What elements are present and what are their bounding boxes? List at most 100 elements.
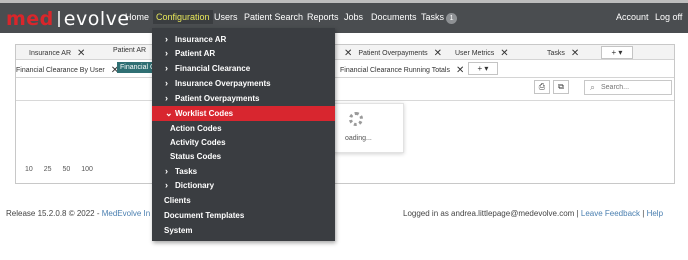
menu-label: Tasks — [175, 167, 198, 176]
chevron-right-icon: › — [165, 63, 168, 73]
logo-separator — [57, 11, 60, 27]
nav-tasks[interactable]: Tasks 1 — [421, 12, 458, 24]
tasks-count-badge: 1 — [446, 13, 458, 24]
nav-logoff[interactable]: Log off — [655, 12, 682, 22]
footer-user-info: Logged in as andrea.littlepage@medevolve… — [403, 209, 663, 218]
logo[interactable]: med evolve — [6, 8, 130, 30]
menu-label: Status Codes — [170, 152, 222, 161]
page-size-100[interactable]: 100 — [81, 166, 93, 173]
menu-label: Patient Overpayments — [175, 94, 260, 103]
page-size-10[interactable]: 10 — [25, 166, 33, 173]
nav-users[interactable]: Users — [214, 12, 238, 22]
nav-jobs[interactable]: Jobs — [344, 12, 363, 22]
columns-icon[interactable]: ⧉ — [553, 80, 569, 94]
menu-financial-clearance[interactable]: › Financial Clearance — [152, 61, 335, 76]
help-link[interactable]: Help — [647, 209, 663, 218]
nav-documents[interactable]: Documents — [371, 12, 417, 22]
menu-activity-codes[interactable]: Activity Codes — [152, 135, 335, 150]
nav-home[interactable]: Home — [125, 12, 149, 22]
tab-tasks[interactable]: Tasks ✕ — [547, 47, 579, 59]
menu-label: Action Codes — [170, 124, 222, 133]
tab-patient-overpayments[interactable]: ✕ Patient Overpayments ✕ — [344, 47, 442, 59]
menu-insurance-overpayments[interactable]: › Insurance Overpayments — [152, 76, 335, 91]
menu-worklist-codes[interactable]: ⌄ Worklist Codes — [152, 106, 335, 121]
close-icon[interactable]: ✕ — [500, 48, 508, 59]
menu-label: Dictionary — [175, 181, 215, 190]
tab-user-metrics[interactable]: User Metrics ✕ — [455, 47, 509, 59]
close-icon[interactable]: ✕ — [456, 65, 464, 76]
menu-action-codes[interactable]: Action Codes — [152, 121, 335, 136]
release-text: Release 15.2.0.8 © 2022 - — [6, 209, 102, 218]
menu-clients[interactable]: Clients — [152, 193, 335, 208]
tab-label: Patient Overpayments — [358, 50, 428, 57]
spinner-icon — [349, 112, 363, 126]
chevron-right-icon: › — [165, 93, 168, 103]
close-icon[interactable]: ✕ — [571, 48, 579, 59]
nav-tasks-label: Tasks — [421, 12, 445, 22]
company-link[interactable]: MedEvolve In — [102, 209, 150, 218]
loading-text: oading... — [345, 135, 372, 142]
close-icon[interactable]: ✕ — [344, 48, 352, 59]
menu-dictionary[interactable]: › Dictionary — [152, 178, 335, 193]
search-icon: ⌕ — [590, 82, 596, 92]
export-icon[interactable]: ⎙ — [534, 80, 550, 94]
tab-insurance-ar[interactable]: Insurance AR ✕ — [29, 47, 85, 59]
chevron-right-icon: › — [165, 48, 168, 58]
tab-row-1: Insurance AR ✕ Patient AR ✕ Patient Overpa… — [16, 45, 674, 60]
leave-feedback-link[interactable]: Leave Feedback — [581, 209, 640, 218]
menu-patient-overpayments[interactable]: › Patient Overpayments — [152, 91, 335, 106]
chevron-right-icon: › — [165, 180, 168, 190]
close-icon[interactable]: ✕ — [77, 48, 85, 59]
logo-med: med — [6, 8, 54, 30]
search-input[interactable] — [601, 82, 669, 93]
menu-label: Financial Clearance — [175, 64, 251, 73]
menu-label: Insurance Overpayments — [175, 79, 271, 88]
main-panel: Insurance AR ✕ Patient AR ✕ Patient Overpa… — [15, 44, 675, 184]
logged-in-text: Logged in as andrea.littlepage@medevolve… — [403, 209, 581, 218]
add-tab-button-2[interactable]: + ▾ — [468, 62, 498, 75]
page-size-50[interactable]: 50 — [63, 166, 71, 173]
chevron-down-icon: ⌄ — [165, 108, 173, 118]
footer-release: Release 15.2.0.8 © 2022 - MedEvolve In — [6, 209, 150, 218]
loading-overlay: oading... — [334, 103, 404, 153]
page-size-25[interactable]: 25 — [44, 166, 52, 173]
nav-account[interactable]: Account — [616, 12, 649, 22]
add-tab-button[interactable]: + ▾ — [601, 46, 633, 59]
chevron-right-icon: › — [165, 78, 168, 88]
tab-label: Insurance AR — [29, 50, 72, 57]
page-size-selector: 10 25 50 100 — [25, 166, 102, 173]
tab-label: Patient AR — [113, 47, 147, 54]
close-icon[interactable]: ✕ — [434, 48, 442, 59]
menu-label: Clients — [164, 196, 191, 205]
nav-patient-search[interactable]: Patient Search — [244, 12, 303, 22]
nav-reports[interactable]: Reports — [307, 12, 339, 22]
menu-label: System — [164, 226, 193, 235]
tab-row-2: Financial Clearance By User ✕ Financial C… — [16, 60, 674, 78]
nav-configuration[interactable]: Configuration — [153, 10, 213, 24]
menu-label: Worklist Codes — [175, 109, 234, 118]
tab-label: Tasks — [547, 50, 565, 57]
tab-label: Financial Clearance Running Totals — [340, 67, 450, 74]
tab-financial-clearance-by-user[interactable]: Financial Clearance By User ✕ — [16, 64, 119, 76]
menu-label: Document Templates — [164, 211, 245, 220]
tab-label: Financial C — [120, 64, 156, 71]
logo-evolve: evolve — [63, 8, 130, 30]
menu-patient-ar[interactable]: › Patient AR — [152, 46, 335, 61]
menu-label: Insurance AR — [175, 35, 227, 44]
tab-label: Financial Clearance By User — [16, 67, 105, 74]
search-box[interactable]: ⌕ — [584, 80, 672, 95]
menu-system[interactable]: System — [152, 223, 335, 238]
tab-financial-clearance-running-totals[interactable]: Financial Clearance Running Totals ✕ — [340, 64, 464, 76]
tab-patient-ar[interactable]: Patient AR — [113, 47, 146, 54]
grid-divider — [16, 100, 674, 101]
top-nav-bar: med evolve Home Configuration Users Pati… — [0, 0, 688, 33]
menu-insurance-ar[interactable]: › Insurance AR — [152, 32, 335, 47]
chevron-right-icon: › — [165, 34, 168, 44]
menu-label: Activity Codes — [170, 138, 226, 147]
menu-status-codes[interactable]: Status Codes — [152, 149, 335, 164]
menu-label: Patient AR — [175, 49, 216, 58]
tab-label: User Metrics — [455, 50, 495, 57]
menu-document-templates[interactable]: Document Templates — [152, 208, 335, 223]
menu-tasks[interactable]: › Tasks — [152, 164, 335, 179]
configuration-dropdown-menu: › Insurance AR › Patient AR › Financial Cle… — [152, 28, 335, 241]
